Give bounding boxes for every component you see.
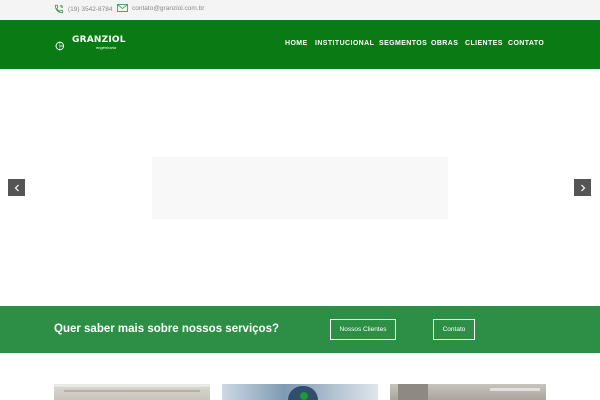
- phone-icon: [54, 4, 64, 14]
- chevron-left-icon: [14, 184, 19, 191]
- slider-prev-button[interactable]: [8, 179, 25, 196]
- logo-subtitle: engenharia: [96, 45, 117, 50]
- email-address: contato@granziol.com.br: [132, 4, 205, 12]
- contact-button[interactable]: Contato: [433, 319, 475, 340]
- phone-contact[interactable]: (19) 3542-8784: [54, 4, 112, 14]
- nav-contato[interactable]: CONTATO: [508, 40, 544, 47]
- envelope-icon: [117, 4, 128, 12]
- cta-title: Quer saber mais sobre nossos serviços?: [54, 323, 279, 335]
- nav-home[interactable]: HOME: [285, 40, 308, 47]
- project-thumbnail[interactable]: [222, 384, 378, 400]
- nav-clientes[interactable]: CLIENTES: [465, 40, 503, 47]
- project-thumbnail[interactable]: [390, 384, 546, 400]
- slide-placeholder: [152, 157, 448, 219]
- project-thumbnail[interactable]: [54, 384, 210, 400]
- email-contact[interactable]: contato@granziol.com.br: [117, 4, 204, 12]
- nav-segmentos[interactable]: SEGMENTOS: [379, 40, 427, 47]
- our-clients-button[interactable]: Nossos Clientes: [330, 319, 396, 340]
- logo-text: GRANZIOL: [72, 35, 126, 45]
- nav-institucional[interactable]: INSTITUCIONAL: [315, 40, 374, 47]
- nav-obras[interactable]: OBRAS: [431, 40, 458, 47]
- phone-number: (19) 3542-8784: [68, 5, 113, 13]
- slider-next-button[interactable]: [574, 179, 591, 196]
- chevron-right-icon: [580, 184, 585, 191]
